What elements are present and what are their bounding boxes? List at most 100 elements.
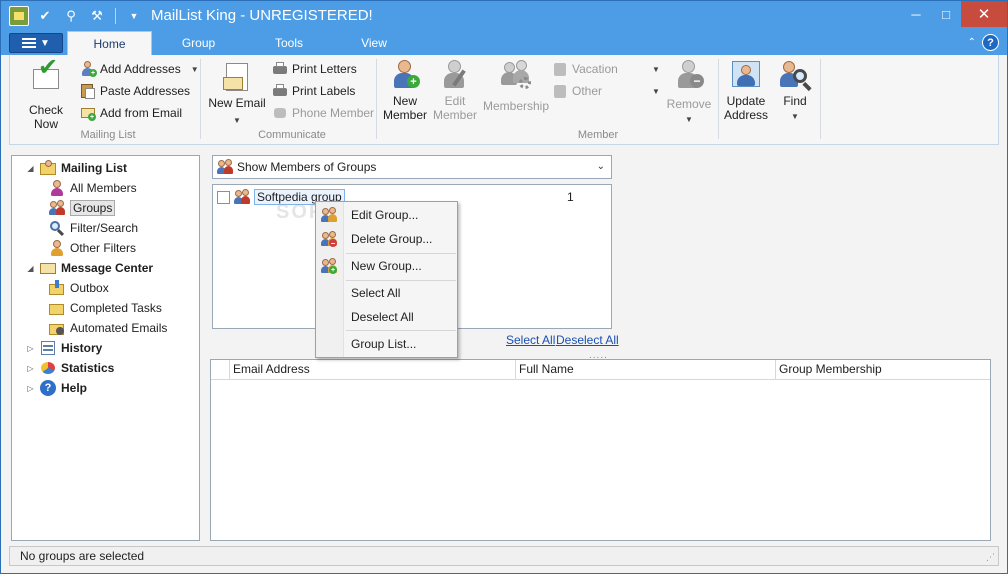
tab-home[interactable]: Home bbox=[67, 31, 152, 55]
nav-statistics[interactable]: ▷ Statistics bbox=[26, 358, 114, 378]
menu-item-select-all[interactable]: Select All bbox=[318, 282, 455, 304]
chevron-down-icon: ▼ bbox=[233, 116, 241, 125]
nav-mailing-list[interactable]: ◢ Mailing List bbox=[26, 158, 127, 178]
expand-arrow-icon[interactable]: ▷ bbox=[26, 384, 35, 393]
select-all-link[interactable]: Select All bbox=[506, 333, 555, 347]
edit-member-label-line1: Edit bbox=[444, 94, 466, 108]
add-from-email-button[interactable]: + Add from Email bbox=[80, 103, 182, 123]
group-member-count: 1 bbox=[567, 190, 574, 204]
nav-groups[interactable]: Groups bbox=[49, 198, 116, 218]
new-member-button[interactable]: + New Member bbox=[380, 59, 430, 122]
check-mail-icon[interactable]: ✔ bbox=[35, 6, 55, 26]
paste-addresses-button[interactable]: Paste Addresses bbox=[80, 81, 190, 101]
nav-completed-tasks[interactable]: Completed Tasks bbox=[49, 298, 162, 318]
new-member-label-line2: Member bbox=[382, 108, 427, 122]
status-text: No groups are selected bbox=[20, 549, 145, 563]
history-icon bbox=[40, 340, 56, 356]
tab-view[interactable]: View bbox=[339, 31, 409, 55]
members-table: Email Address Full Name Group Membership bbox=[210, 359, 991, 541]
nav-message-center[interactable]: ◢ Message Center bbox=[26, 258, 153, 278]
menu-item-label: New Group... bbox=[351, 259, 422, 273]
find-button[interactable]: Find ▼ bbox=[774, 59, 816, 124]
nav-help[interactable]: ▷ ? Help bbox=[26, 378, 87, 398]
nav-history[interactable]: ▷ History bbox=[26, 338, 102, 358]
application-menu-button[interactable]: ▼ bbox=[9, 33, 63, 53]
group-context-menu: Edit Group... − Delete Group... + New Gr… bbox=[315, 201, 458, 358]
maximize-button[interactable]: □ bbox=[931, 1, 961, 27]
column-group-membership[interactable]: Group Membership bbox=[775, 360, 990, 379]
outbox-icon bbox=[49, 280, 65, 296]
tab-group[interactable]: Group bbox=[161, 31, 236, 55]
paste-icon bbox=[80, 83, 96, 99]
check-now-button[interactable]: ✔ Check Now bbox=[16, 56, 76, 132]
remove-button[interactable]: − Remove ▼ bbox=[664, 59, 714, 127]
quick-access-toolbar: ✔ ⚲ ⚒ ▼ bbox=[9, 6, 144, 26]
search-members-icon[interactable]: ⚲ bbox=[61, 6, 81, 26]
update-address-button[interactable]: Update Address bbox=[720, 59, 772, 122]
menu-item-group-list[interactable]: Group List... bbox=[318, 333, 455, 355]
nav-all-members[interactable]: All Members bbox=[49, 178, 137, 198]
remove-member-icon: − bbox=[673, 59, 705, 91]
menu-item-new-group[interactable]: + New Group... bbox=[318, 255, 455, 277]
chevron-down-icon: ▼ bbox=[685, 115, 693, 124]
collapse-arrow-icon[interactable]: ◢ bbox=[26, 164, 35, 173]
status-bar: No groups are selected ⋰ bbox=[9, 546, 999, 566]
app-logo-icon[interactable] bbox=[9, 6, 29, 26]
resize-grip-icon[interactable]: ⋰ bbox=[986, 552, 995, 563]
menu-separator bbox=[346, 280, 456, 281]
other-chevron-icon[interactable]: ▼ bbox=[652, 87, 660, 96]
vacation-button[interactable]: Vacation bbox=[552, 59, 618, 79]
nav-other-filters[interactable]: Other Filters bbox=[49, 238, 136, 258]
nav-filter-search[interactable]: Filter/Search bbox=[49, 218, 138, 238]
tab-tools[interactable]: Tools bbox=[253, 31, 325, 55]
find-label: Find bbox=[783, 94, 807, 108]
group-separator bbox=[376, 59, 377, 139]
phone-member-button[interactable]: Phone Member bbox=[272, 103, 374, 123]
edit-member-button[interactable]: Edit Member bbox=[430, 59, 480, 122]
print-labels-button[interactable]: Print Labels bbox=[272, 81, 355, 101]
nav-help-label: Help bbox=[61, 381, 88, 395]
close-button[interactable]: ✕ bbox=[961, 1, 1007, 27]
group-filter-dropdown[interactable]: Show Members of Groups ⌄ bbox=[212, 155, 612, 179]
completed-tasks-icon bbox=[49, 300, 65, 316]
column-full-name[interactable]: Full Name bbox=[515, 360, 775, 379]
nav-other-filters-label: Other Filters bbox=[70, 241, 137, 255]
column-email-address[interactable]: Email Address bbox=[229, 360, 515, 379]
minimize-button[interactable]: ─ bbox=[901, 1, 931, 27]
blank-icon-slot bbox=[321, 285, 337, 301]
other-button[interactable]: Other bbox=[552, 81, 602, 101]
other-label: Other bbox=[572, 84, 603, 98]
deselect-all-link[interactable]: Deselect All bbox=[556, 333, 619, 347]
delete-group-icon: − bbox=[321, 231, 337, 248]
printer-icon bbox=[272, 61, 288, 77]
expand-arrow-icon[interactable]: ▷ bbox=[26, 364, 35, 373]
ribbon-tab-row: ▼ Home Group Tools View ⌃ ? bbox=[1, 31, 1007, 55]
tools-icon[interactable]: ⚒ bbox=[87, 6, 107, 26]
add-addresses-button[interactable]: + Add Addresses ▼ bbox=[80, 59, 199, 79]
nav-automated-emails[interactable]: Automated Emails bbox=[49, 318, 167, 338]
menu-item-delete-group[interactable]: − Delete Group... bbox=[318, 228, 455, 250]
help-icon[interactable]: ? bbox=[982, 34, 999, 51]
chevron-down-icon: ▼ bbox=[190, 64, 199, 74]
group-checkbox[interactable] bbox=[217, 190, 230, 204]
menu-item-deselect-all[interactable]: Deselect All bbox=[318, 306, 455, 328]
nav-outbox[interactable]: Outbox bbox=[49, 278, 109, 298]
new-email-button[interactable]: New Email ▼ bbox=[206, 61, 268, 128]
collapse-arrow-icon[interactable]: ◢ bbox=[26, 264, 35, 273]
app-window: ✔ ⚲ ⚒ ▼ MailList King - UNREGISTERED! ─ … bbox=[0, 0, 1008, 574]
menu-item-edit-group[interactable]: Edit Group... bbox=[318, 204, 455, 226]
nav-filter-search-label: Filter/Search bbox=[70, 221, 139, 235]
vacation-chevron-icon[interactable]: ▼ bbox=[652, 65, 660, 74]
membership-button[interactable]: Membership bbox=[480, 59, 552, 113]
new-email-icon bbox=[221, 61, 253, 93]
check-now-label: Check Now bbox=[28, 103, 63, 131]
nav-completed-tasks-label: Completed Tasks bbox=[70, 301, 162, 315]
collapse-ribbon-icon[interactable]: ⌃ bbox=[968, 37, 976, 48]
update-address-icon bbox=[730, 59, 762, 91]
phone-member-label: Phone Member bbox=[292, 106, 375, 120]
menu-icon bbox=[22, 38, 37, 48]
print-letters-button[interactable]: Print Letters bbox=[272, 59, 357, 79]
expand-arrow-icon[interactable]: ▷ bbox=[26, 344, 35, 353]
customize-toolbar-chevron-icon[interactable]: ▼ bbox=[124, 6, 144, 26]
edit-member-label-line2: Member bbox=[432, 108, 477, 122]
